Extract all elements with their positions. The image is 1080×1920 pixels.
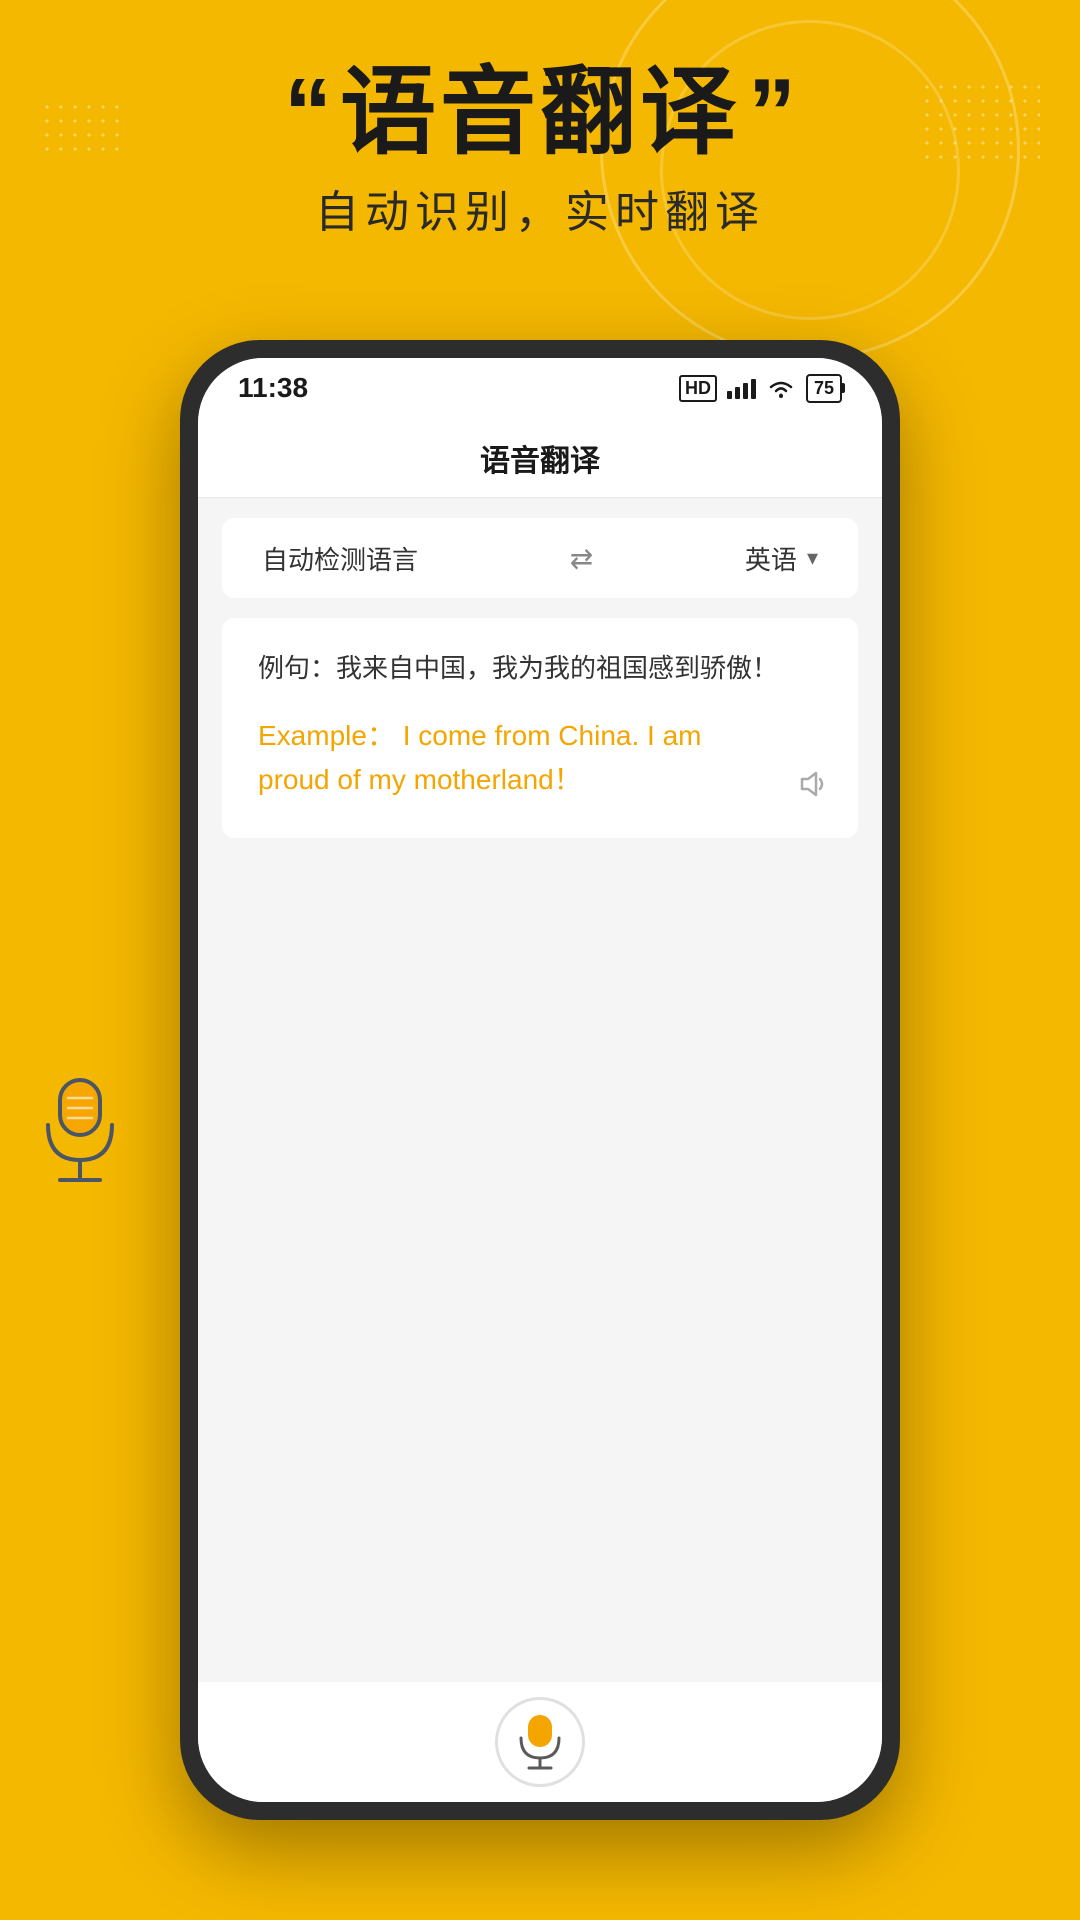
status-icons: HD 75 [679, 374, 842, 403]
battery-level: 75 [814, 378, 834, 399]
status-bar: 11:38 HD 75 [198, 358, 882, 418]
signal-icon [727, 377, 756, 399]
phone-screen: 11:38 HD 75 [198, 358, 882, 1802]
hd-label: HD [679, 375, 717, 402]
float-mic-decoration [30, 1070, 130, 1195]
target-language-wrapper[interactable]: 英语 ▾ [745, 540, 818, 577]
status-time: 11:38 [238, 372, 308, 404]
bottom-bar [198, 1682, 882, 1802]
phone-mockup: 11:38 HD 75 [180, 340, 900, 1820]
main-content-area [198, 838, 882, 1682]
header-area: “ 语音翻译 ” 自动识别，实时翻译 [0, 60, 1080, 240]
target-language[interactable]: 英语 [745, 540, 797, 577]
quote-left: “ [284, 65, 332, 161]
app-header: 语音翻译 [198, 418, 882, 498]
translated-text: Example： I come from China. I am proud o… [258, 714, 822, 804]
wifi-icon [766, 377, 796, 399]
battery-icon: 75 [806, 374, 842, 403]
translation-card: 例句：我来自中国，我为我的祖国感到骄傲！ Example： I come fro… [222, 618, 858, 838]
source-text: 例句：我来自中国，我为我的祖国感到骄傲！ [258, 648, 822, 690]
subtitle: 自动识别，实时翻译 [0, 176, 1080, 240]
source-language[interactable]: 自动检测语言 [262, 540, 418, 577]
app-title-text: 语音翻译 [480, 436, 600, 480]
quote-right: ” [748, 65, 796, 161]
speaker-icon[interactable] [796, 768, 828, 808]
language-dropdown-icon[interactable]: ▾ [807, 545, 818, 571]
mic-button[interactable] [495, 1697, 585, 1787]
language-bar[interactable]: 自动检测语言 ⇄ 英语 ▾ [222, 518, 858, 598]
language-swap-icon[interactable]: ⇄ [570, 542, 593, 575]
main-title: 语音翻译 [340, 60, 740, 166]
